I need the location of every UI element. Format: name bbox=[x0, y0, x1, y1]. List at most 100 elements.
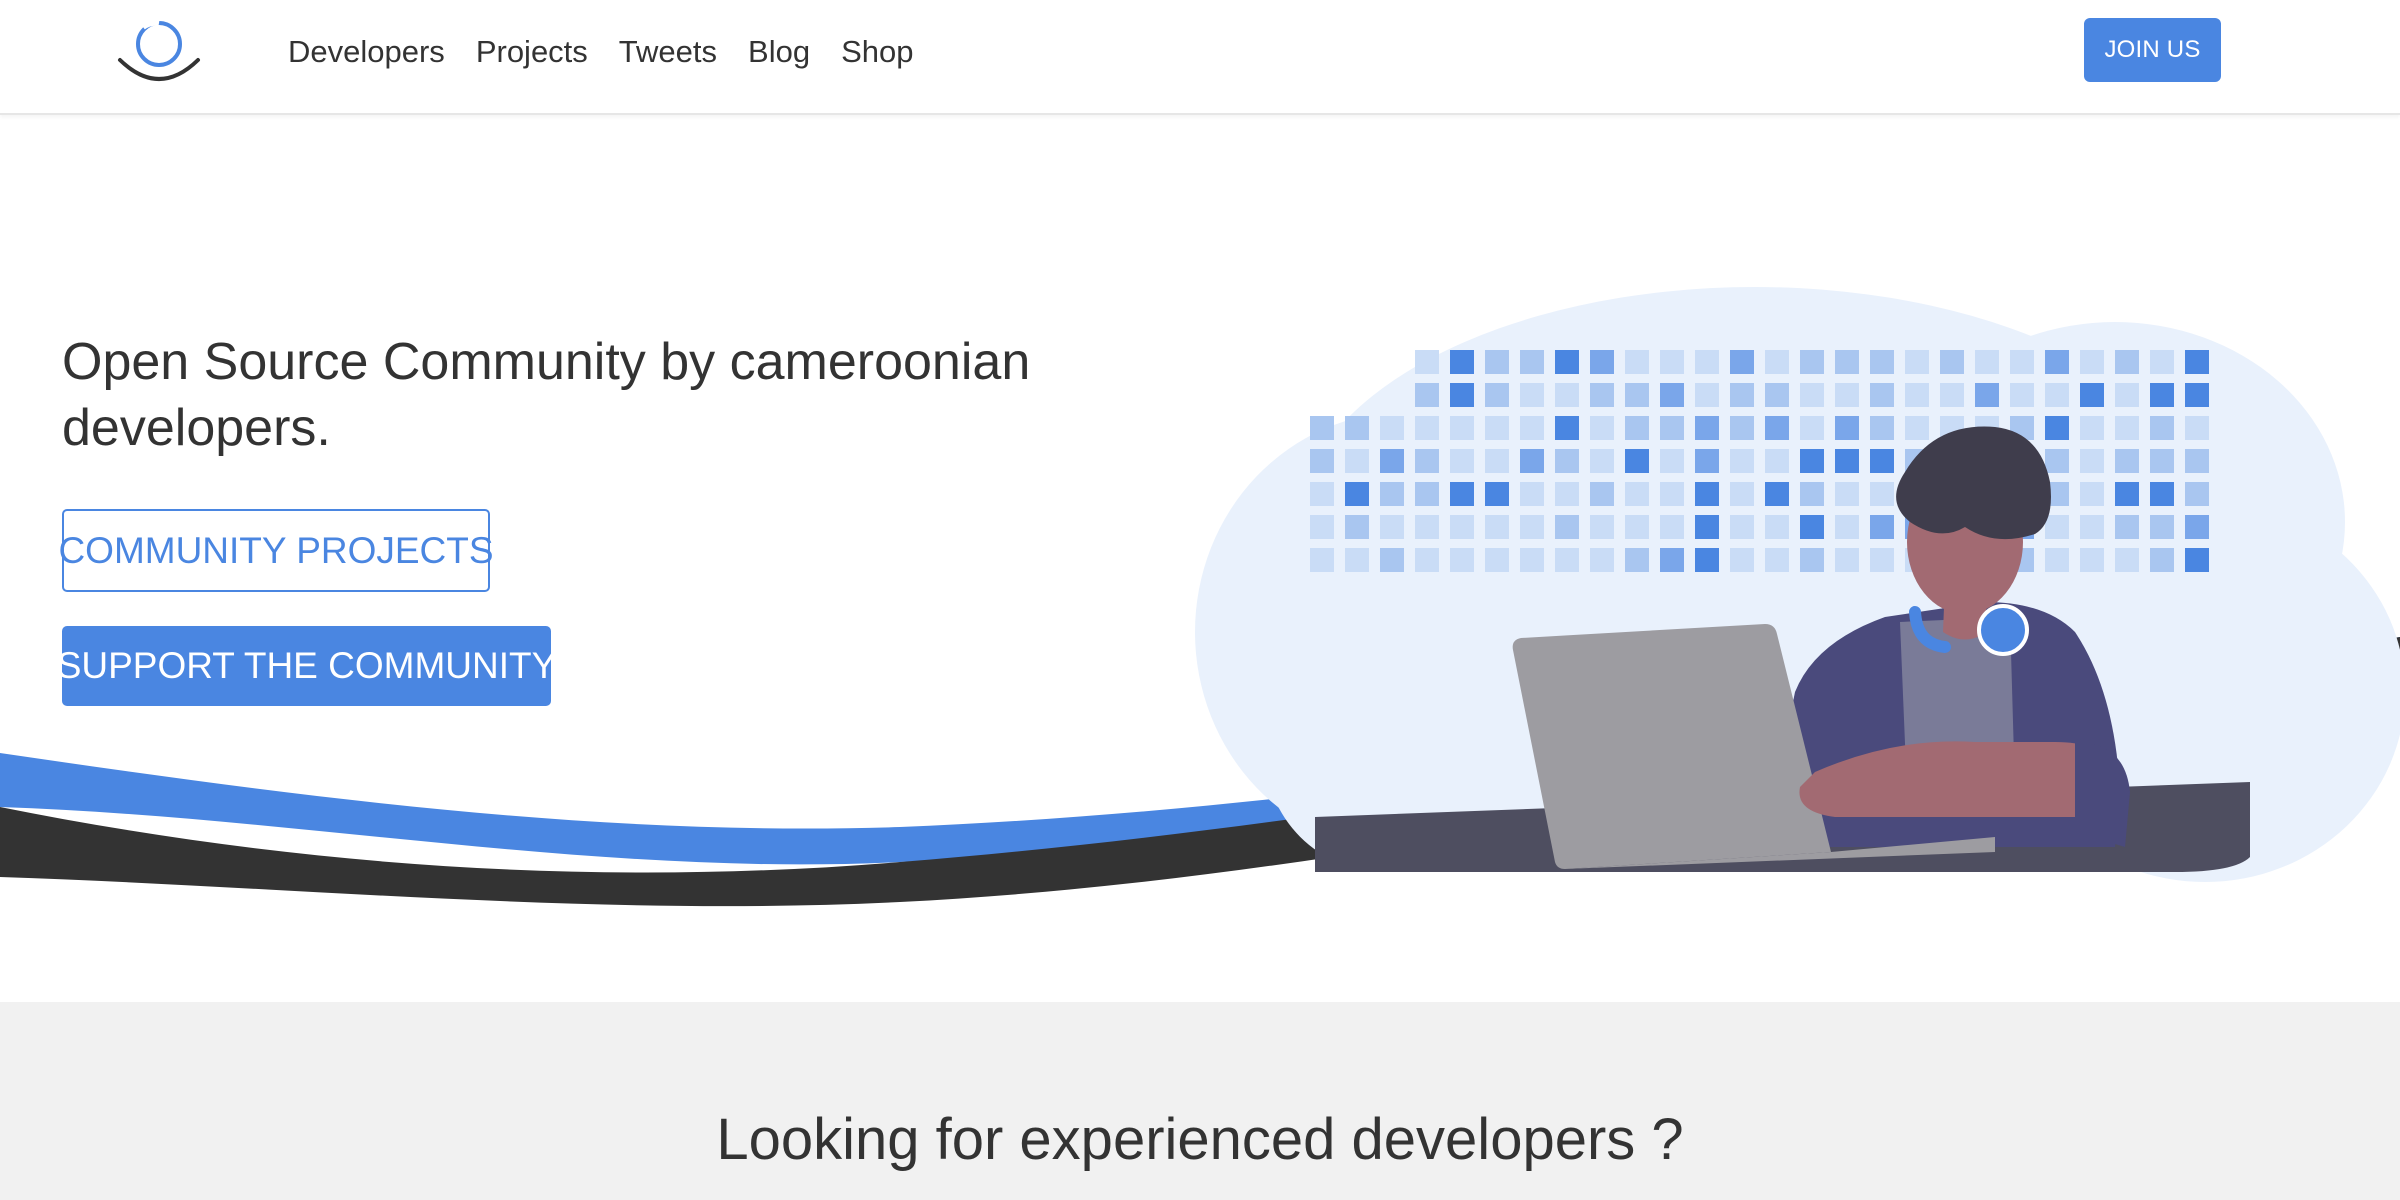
nav-link-blog[interactable]: Blog bbox=[748, 34, 810, 70]
grid-cell bbox=[1590, 482, 1614, 506]
grid-cell bbox=[1345, 482, 1369, 506]
grid-cell bbox=[2185, 515, 2209, 539]
grid-cell bbox=[2185, 548, 2209, 572]
grid-cell bbox=[2080, 548, 2104, 572]
grid-cell bbox=[1660, 350, 1684, 374]
grid-cell bbox=[1520, 449, 1544, 473]
grid-cell bbox=[1625, 515, 1649, 539]
nav-link-developers[interactable]: Developers bbox=[288, 34, 445, 70]
grid-cell bbox=[1870, 449, 1894, 473]
grid-cell bbox=[1520, 515, 1544, 539]
grid-cell bbox=[1870, 350, 1894, 374]
grid-cell bbox=[1730, 449, 1754, 473]
hero-title: Open Source Community by cameroonian dev… bbox=[62, 333, 1031, 457]
grid-cell bbox=[1590, 350, 1614, 374]
grid-cell bbox=[1765, 383, 1789, 407]
grid-cell bbox=[2010, 383, 2034, 407]
grid-cell bbox=[2010, 350, 2034, 374]
grid-cell bbox=[1485, 548, 1509, 572]
headphone-icon bbox=[1977, 604, 2029, 656]
grid-cell bbox=[2185, 350, 2209, 374]
grid-cell bbox=[2185, 383, 2209, 407]
nav-link-shop[interactable]: Shop bbox=[841, 34, 913, 70]
grid-cell bbox=[1800, 350, 1824, 374]
grid-cell bbox=[1485, 449, 1509, 473]
grid-cell bbox=[1870, 482, 1894, 506]
grid-cell bbox=[2150, 482, 2174, 506]
grid-cell bbox=[2045, 350, 2069, 374]
support-community-button[interactable]: SUPPORT THE COMMUNITY bbox=[57, 626, 556, 706]
grid-cell bbox=[2115, 548, 2139, 572]
grid-cell bbox=[1905, 350, 1929, 374]
grid-cell bbox=[1555, 482, 1579, 506]
grid-cell bbox=[1835, 548, 1859, 572]
grid-cell bbox=[1590, 383, 1614, 407]
grid-cell bbox=[1660, 482, 1684, 506]
grid-cell bbox=[1485, 383, 1509, 407]
grid-cell bbox=[1590, 449, 1614, 473]
grid-cell bbox=[1835, 449, 1859, 473]
grid-cell bbox=[1975, 383, 1999, 407]
grid-cell bbox=[2115, 515, 2139, 539]
grid-cell bbox=[1905, 383, 1929, 407]
laptop-icon bbox=[1512, 624, 1831, 869]
experienced-developers-section: Looking for experienced developers ? bbox=[0, 1002, 2400, 1200]
grid-cell bbox=[1695, 416, 1719, 440]
grid-cell bbox=[1380, 482, 1404, 506]
grid-cell bbox=[1730, 548, 1754, 572]
nav-link-projects[interactable]: Projects bbox=[476, 34, 588, 70]
grid-cell bbox=[1730, 350, 1754, 374]
grid-cell bbox=[1380, 416, 1404, 440]
grid-cell bbox=[1555, 548, 1579, 572]
community-logo-icon[interactable] bbox=[116, 18, 202, 84]
grid-cell bbox=[1940, 383, 1964, 407]
grid-cell bbox=[1345, 416, 1369, 440]
grid-cell bbox=[1975, 350, 1999, 374]
grid-cell bbox=[1380, 548, 1404, 572]
grid-cell bbox=[1345, 548, 1369, 572]
grid-cell bbox=[1695, 482, 1719, 506]
grid-cell bbox=[1870, 383, 1894, 407]
grid-cell bbox=[2045, 548, 2069, 572]
grid-cell bbox=[1660, 515, 1684, 539]
grid-cell bbox=[1765, 416, 1789, 440]
nav-link-tweets[interactable]: Tweets bbox=[619, 34, 717, 70]
grid-cell bbox=[1660, 383, 1684, 407]
grid-cell bbox=[2115, 383, 2139, 407]
grid-cell bbox=[1835, 350, 1859, 374]
grid-cell bbox=[2185, 416, 2209, 440]
grid-cell bbox=[1625, 383, 1649, 407]
grid-cell bbox=[2080, 515, 2104, 539]
grid-cell bbox=[1345, 515, 1369, 539]
grid-cell bbox=[1625, 449, 1649, 473]
grid-cell bbox=[2185, 449, 2209, 473]
join-us-button[interactable]: JOIN US bbox=[2084, 18, 2221, 82]
grid-cell bbox=[1520, 416, 1544, 440]
grid-cell bbox=[1555, 449, 1579, 473]
grid-cell bbox=[2080, 449, 2104, 473]
grid-cell bbox=[1660, 449, 1684, 473]
grid-cell bbox=[2045, 383, 2069, 407]
grid-cell bbox=[1660, 548, 1684, 572]
developer-with-laptop-illustration bbox=[1195, 287, 2400, 882]
grid-cell bbox=[2045, 416, 2069, 440]
grid-cell bbox=[2045, 449, 2069, 473]
grid-cell bbox=[2150, 383, 2174, 407]
main-nav: Developers Projects Tweets Blog Shop bbox=[288, 28, 944, 76]
community-projects-button[interactable]: COMMUNITY PROJECTS bbox=[58, 509, 494, 592]
grid-cell bbox=[1695, 515, 1719, 539]
grid-cell bbox=[2045, 515, 2069, 539]
section-heading: Looking for experienced developers ? bbox=[716, 1107, 1684, 1172]
grid-cell bbox=[1415, 449, 1439, 473]
grid-cell bbox=[1555, 383, 1579, 407]
grid-cell bbox=[1450, 482, 1474, 506]
grid-cell bbox=[1590, 515, 1614, 539]
grid-cell bbox=[1695, 449, 1719, 473]
grid-cell bbox=[1415, 350, 1439, 374]
grid-cell bbox=[2150, 548, 2174, 572]
grid-cell bbox=[1380, 449, 1404, 473]
grid-cell bbox=[1730, 383, 1754, 407]
grid-cell bbox=[1555, 350, 1579, 374]
grid-cell bbox=[1590, 548, 1614, 572]
grid-cell bbox=[1835, 515, 1859, 539]
